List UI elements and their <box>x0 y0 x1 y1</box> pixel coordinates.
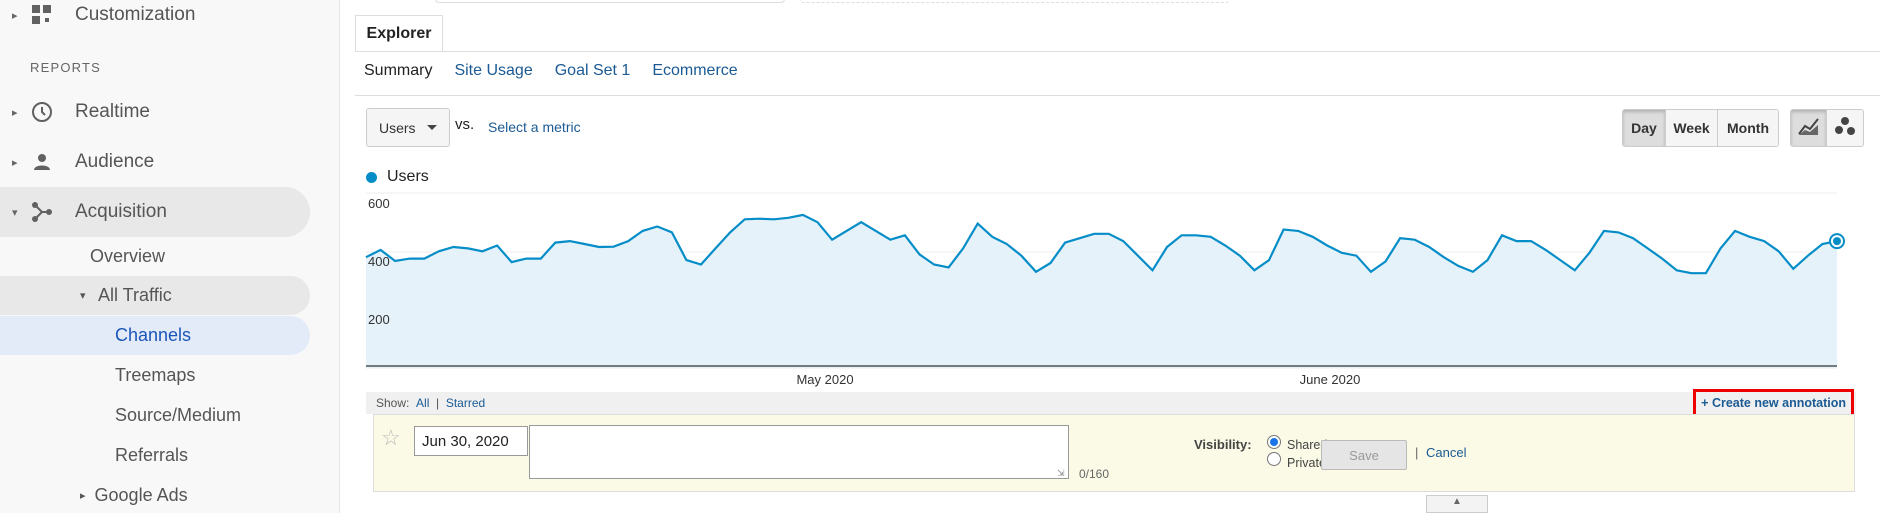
annotation-date-input[interactable] <box>414 426 528 456</box>
y-tick-label: 200 <box>368 312 390 327</box>
sidebar-item-treemaps[interactable]: Treemaps <box>115 356 195 394</box>
x-tick-label: May 2020 <box>796 372 853 387</box>
sidebar-item-referrals[interactable]: Referrals <box>115 436 188 474</box>
subtab-site-usage[interactable]: Site Usage <box>454 62 532 80</box>
legend-swatch <box>366 171 377 183</box>
sidebar-item-channels[interactable]: Channels <box>0 316 310 355</box>
collapse-annotations-button[interactable]: ▲ <box>1426 495 1488 513</box>
subtab-summary[interactable]: Summary <box>364 62 432 80</box>
sidebar-item-label: Audience <box>75 151 155 172</box>
sidebar: ▸ Customization REPORTS ▸ Realtime ▸ Aud… <box>0 0 340 513</box>
sidebar-item-all-traffic[interactable]: ▾ All Traffic <box>0 276 310 315</box>
legend-label: Users <box>387 168 429 185</box>
save-button[interactable]: Save <box>1321 440 1407 470</box>
users-line-chart: 600 400 200 May 2020 June 2020 <box>365 192 1845 387</box>
period-selector: Day Week Month <box>1622 109 1779 147</box>
period-month-button[interactable]: Month <box>1718 110 1778 146</box>
annotation-form: ☆ ⇲ 0/160 Visibility: Shared Private Sav… <box>373 414 1855 492</box>
character-counter: 0/160 <box>1079 467 1110 481</box>
chart-legend: Users <box>366 168 429 186</box>
sidebar-item-label: Referrals <box>115 444 189 465</box>
divider <box>355 51 1880 52</box>
reports-heading: REPORTS <box>30 60 102 75</box>
subtabs: Summary Site Usage Goal Set 1 Ecommerce <box>364 62 738 80</box>
chevron-up-icon: ▲ <box>1452 496 1462 507</box>
star-icon[interactable]: ☆ <box>381 425 401 451</box>
customization-icon <box>30 3 54 27</box>
metric-dropdown[interactable]: Users <box>366 108 450 147</box>
expand-arrow-icon: ▸ <box>12 156 18 169</box>
main-content: Explorer Summary Site Usage Goal Set 1 E… <box>340 0 1880 513</box>
chart-type-selector <box>1790 109 1864 147</box>
create-annotation-link[interactable]: + Create new annotation <box>1693 389 1854 417</box>
top-control-edge <box>800 0 1230 3</box>
cancel-link[interactable]: Cancel <box>1426 445 1466 460</box>
metric-dropdown-value: Users <box>379 119 416 136</box>
sidebar-item-acquisition[interactable]: ▾ Acquisition <box>0 187 310 237</box>
sidebar-item-source-medium[interactable]: Source/Medium <box>115 396 241 434</box>
sidebar-item-google-ads[interactable]: ▸ Google Ads <box>80 476 188 514</box>
motion-chart-icon <box>1834 116 1856 141</box>
sidebar-item-label: Source/Medium <box>115 404 242 425</box>
collapse-arrow-icon: ▾ <box>80 290 86 302</box>
sidebar-item-label: Acquisition <box>75 201 167 222</box>
data-point-marker-core <box>1833 237 1841 246</box>
collapse-arrow-icon: ▾ <box>12 206 18 219</box>
annotation-separator: | <box>436 396 440 410</box>
subtab-ecommerce[interactable]: Ecommerce <box>652 62 737 80</box>
subtab-goal-set-1[interactable]: Goal Set 1 <box>555 62 631 80</box>
annotation-bar: Show: All | Starred + Create new annotat… <box>366 389 1856 417</box>
acquisition-icon <box>30 200 54 224</box>
clock-icon <box>30 100 54 124</box>
sidebar-item-label: Overview <box>90 245 166 266</box>
top-control-edge <box>435 0 785 3</box>
visibility-label: Visibility: <box>1194 437 1252 452</box>
annotation-text-input[interactable] <box>529 425 1069 479</box>
expand-arrow-icon: ▸ <box>12 106 18 119</box>
period-day-button[interactable]: Day <box>1623 110 1666 146</box>
period-week-button[interactable]: Week <box>1666 110 1718 146</box>
area-fill <box>366 214 1837 368</box>
annotation-filter-starred[interactable]: Starred <box>446 396 485 410</box>
tab-explorer[interactable]: Explorer <box>355 15 443 52</box>
sidebar-item-label: Realtime <box>75 101 150 122</box>
separator: | <box>1415 445 1419 460</box>
expand-arrow-icon: ▸ <box>80 489 86 502</box>
caret-down-icon <box>427 125 437 130</box>
annotation-filter-all[interactable]: All <box>416 396 429 410</box>
line-chart-button[interactable] <box>1791 110 1827 146</box>
x-tick-label: June 2020 <box>1300 372 1361 387</box>
y-tick-label: 600 <box>368 196 390 211</box>
sidebar-item-label: Google Ads <box>94 484 188 505</box>
divider <box>355 95 1880 96</box>
motion-chart-button[interactable] <box>1827 110 1863 146</box>
line-chart-icon <box>1797 116 1820 141</box>
resize-handle-icon[interactable]: ⇲ <box>1057 468 1065 479</box>
sidebar-item-overview[interactable]: Overview <box>90 237 165 275</box>
select-metric-link[interactable]: Select a metric <box>488 119 581 135</box>
y-tick-label: 400 <box>368 254 390 269</box>
annotation-show-label: Show: <box>376 396 410 410</box>
sidebar-item-label: Customization <box>75 4 196 25</box>
sidebar-item-label: All Traffic <box>98 285 172 305</box>
sidebar-item-label: Channels <box>115 325 192 345</box>
expand-arrow-icon: ▸ <box>12 9 18 22</box>
sidebar-item-label: Treemaps <box>115 364 196 385</box>
visibility-private-radio[interactable] <box>1267 452 1281 466</box>
person-icon <box>30 150 54 174</box>
visibility-shared-radio[interactable] <box>1267 435 1281 449</box>
vs-label: vs. <box>455 116 475 133</box>
